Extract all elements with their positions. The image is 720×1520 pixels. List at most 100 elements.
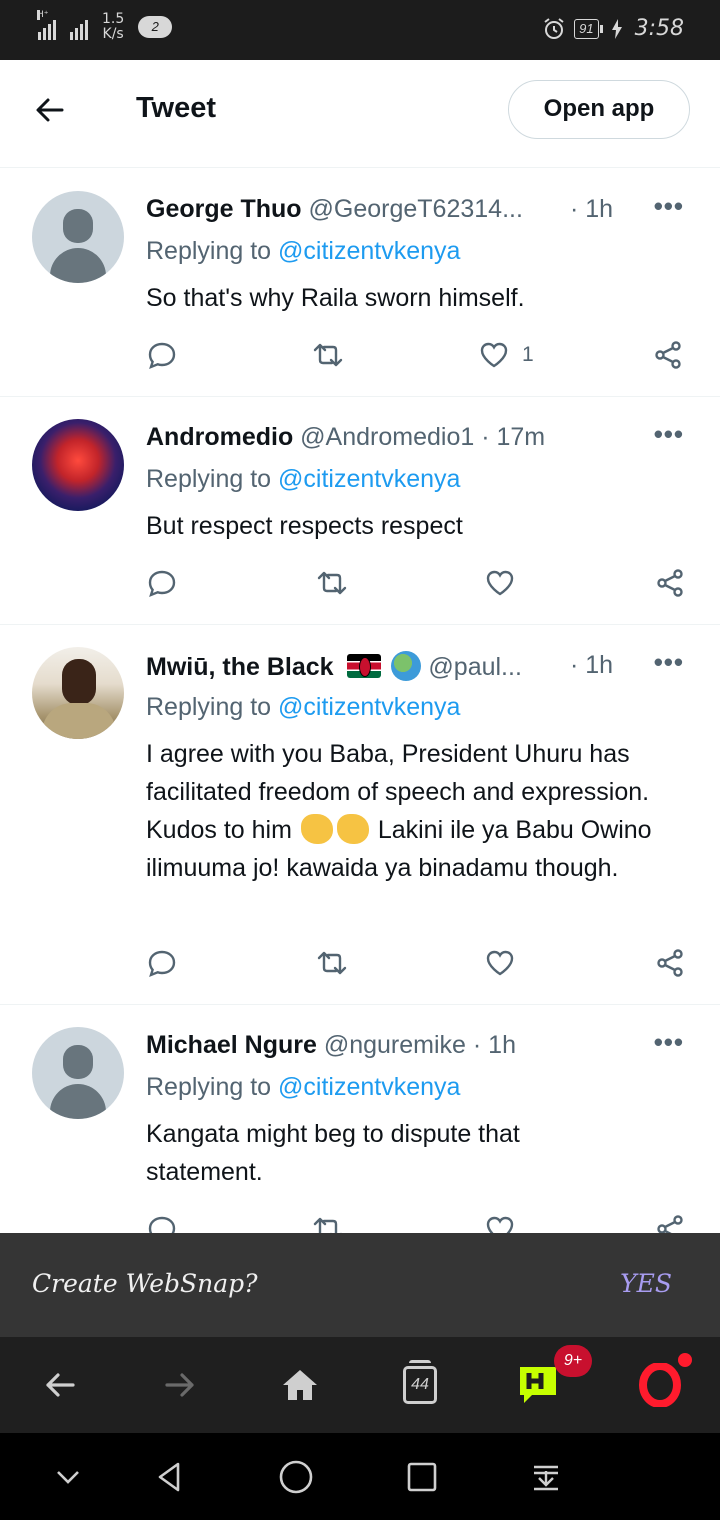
back-button[interactable] [34, 94, 66, 126]
tweet-text: I agree with you Baba, President Uhuru h… [146, 740, 652, 882]
author-name[interactable]: Andromedio [146, 423, 293, 451]
reply-button[interactable] [146, 945, 178, 981]
browser-toolbar: 44 9+ [0, 1337, 720, 1433]
heart-icon [486, 950, 514, 976]
retweet-icon [317, 571, 347, 595]
more-options-icon[interactable]: ••• [654, 191, 684, 222]
like-button[interactable] [484, 565, 516, 601]
signal-strength-icon: H⁺ [37, 10, 56, 40]
replies-feed[interactable]: George Thuo @GeorgeT62314... · 1h ••• Re… [0, 169, 720, 1233]
system-back-button[interactable] [148, 1455, 192, 1499]
default-avatar[interactable] [32, 191, 124, 283]
share-button[interactable] [654, 1211, 686, 1233]
heart-icon [486, 570, 514, 596]
retweet-icon [313, 343, 343, 367]
reply-icon [148, 342, 176, 370]
person-avatar[interactable] [32, 647, 124, 739]
author-handle[interactable]: @nguremike [324, 1031, 466, 1059]
pull-down-icon [534, 1465, 558, 1491]
tabs-button[interactable]: 44 [396, 1360, 444, 1409]
tabs-icon: 44 [403, 1360, 437, 1404]
system-recents-button[interactable] [400, 1455, 444, 1499]
like-button[interactable] [484, 945, 516, 981]
clock: 3:58 [634, 16, 684, 41]
mention-link[interactable]: @citizentvkenya [278, 465, 460, 493]
retweet-icon [313, 1217, 342, 1233]
square-recents-icon [407, 1462, 437, 1492]
share-button[interactable] [652, 337, 684, 373]
tweet-actions [146, 945, 690, 985]
like-button[interactable] [484, 1211, 516, 1233]
tweet[interactable]: George Thuo @GeorgeT62314... · 1h ••• Re… [0, 169, 720, 397]
clapping-hands-icon [300, 814, 333, 844]
back-arrow-icon [36, 98, 64, 122]
charging-icon [611, 18, 622, 39]
replying-to: Replying to @citizentvkenya [146, 237, 461, 265]
author-handle[interactable]: @GeorgeT62314... [309, 195, 523, 223]
tweet-text: But respect respects respect [146, 512, 463, 540]
tweet-time: · 1h [570, 651, 614, 679]
status-bar: H⁺ 1.5 K/s 2 91 3:58 [0, 0, 720, 60]
tweet-header: Mwiū, the Black @paul... · 1h ••• [146, 647, 690, 685]
tweet-actions: 1 [146, 337, 690, 377]
retweet-button[interactable] [312, 1211, 344, 1233]
battery-level: 91 [574, 18, 604, 39]
share-icon [657, 569, 683, 597]
tweet-actions [146, 1211, 690, 1233]
mention-link[interactable]: @citizentvkenya [278, 693, 460, 721]
heart-icon [486, 1216, 514, 1233]
share-button[interactable] [654, 945, 686, 981]
author-handle[interactable]: @Andromedio1 [300, 423, 474, 451]
home-button[interactable] [276, 1361, 324, 1409]
more-options-icon[interactable]: ••• [654, 647, 684, 678]
retweet-button[interactable] [316, 945, 348, 981]
browser-back-button[interactable] [36, 1361, 84, 1409]
reply-button[interactable] [146, 565, 178, 601]
chevron-down-icon [57, 1471, 79, 1484]
planet-avatar[interactable] [32, 419, 124, 511]
author-handle[interactable]: @paul... [428, 653, 521, 681]
opera-menu-button[interactable] [636, 1361, 684, 1409]
reply-icon [148, 1216, 176, 1233]
system-home-button[interactable] [274, 1455, 318, 1499]
browser-forward-button[interactable] [156, 1361, 204, 1409]
default-avatar[interactable] [32, 1027, 124, 1119]
signal-strength-2-icon [70, 14, 88, 40]
share-button[interactable] [654, 565, 686, 601]
notification-pulldown-button[interactable] [524, 1455, 568, 1499]
reply-button[interactable] [146, 337, 178, 373]
share-icon [655, 341, 681, 369]
like-button[interactable]: 1 [478, 337, 534, 373]
replying-to: Replying to @citizentvkenya [146, 1073, 461, 1101]
mention-link[interactable]: @citizentvkenya [278, 237, 460, 265]
tweet-time: · 1h [570, 195, 614, 223]
reply-button[interactable] [146, 1211, 178, 1233]
alarm-icon [544, 17, 564, 39]
more-options-icon[interactable]: ••• [654, 1027, 684, 1058]
websnap-prompt: Create WebSnap? [32, 1269, 258, 1298]
open-app-button[interactable]: Open app [508, 80, 690, 139]
reply-icon [148, 570, 176, 598]
mention-link[interactable]: @citizentvkenya [278, 1073, 460, 1101]
network-speed: 1.5 K/s [102, 11, 125, 42]
websnap-yes-button[interactable]: YES [620, 1269, 672, 1298]
author-name[interactable]: Mwiū, the Black [146, 653, 334, 681]
opera-notification-dot [678, 1353, 692, 1367]
more-options-icon[interactable]: ••• [654, 419, 684, 450]
network-type-label: H⁺ [37, 10, 49, 20]
tweet[interactable]: Andromedio @Andromedio1 · 17m ••• Replyi… [0, 397, 720, 625]
retweet-button[interactable] [312, 337, 344, 373]
tweet[interactable]: Mwiū, the Black @paul... · 1h ••• Replyi… [0, 625, 720, 1005]
kenya-flag-icon [346, 654, 381, 678]
collapse-button[interactable] [46, 1455, 90, 1499]
tweet-actions [146, 565, 690, 605]
tweet-time: · 17m [481, 423, 546, 451]
author-name[interactable]: George Thuo [146, 195, 302, 223]
tweet-header: Andromedio @Andromedio1 · 17m ••• [146, 419, 690, 457]
hub-icon [520, 1367, 556, 1403]
retweet-button[interactable] [316, 565, 348, 601]
author-name[interactable]: Michael Ngure [146, 1031, 317, 1059]
notification-count-badge: 2 [138, 16, 173, 38]
clapping-hands-icon [336, 814, 369, 844]
tweet[interactable]: Michael Ngure @nguremike · 1h ••• Replyi… [0, 1005, 720, 1233]
